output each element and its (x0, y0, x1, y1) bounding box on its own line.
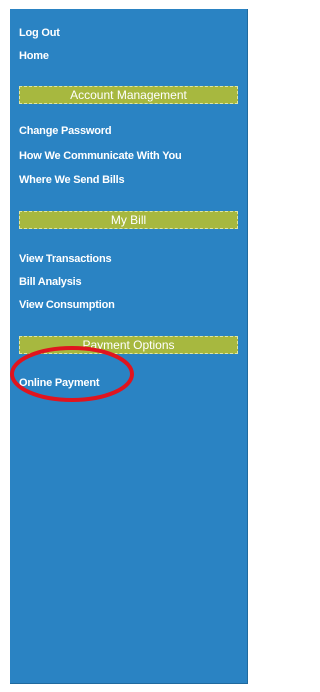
view-transactions-link[interactable]: View Transactions (19, 252, 112, 266)
online-payment-link[interactable]: Online Payment (19, 376, 100, 390)
section-header-account-management: Account Management (19, 86, 238, 104)
how-we-communicate-link[interactable]: How We Communicate With You (19, 149, 182, 163)
where-we-send-bills-link[interactable]: Where We Send Bills (19, 173, 125, 187)
bill-analysis-link[interactable]: Bill Analysis (19, 275, 82, 289)
home-link[interactable]: Home (19, 49, 49, 63)
log-out-link[interactable]: Log Out (19, 26, 60, 40)
view-consumption-link[interactable]: View Consumption (19, 298, 115, 312)
section-header-payment-options: Payment Options (19, 336, 238, 354)
change-password-link[interactable]: Change Password (19, 124, 112, 138)
section-header-my-bill: My Bill (19, 211, 238, 229)
